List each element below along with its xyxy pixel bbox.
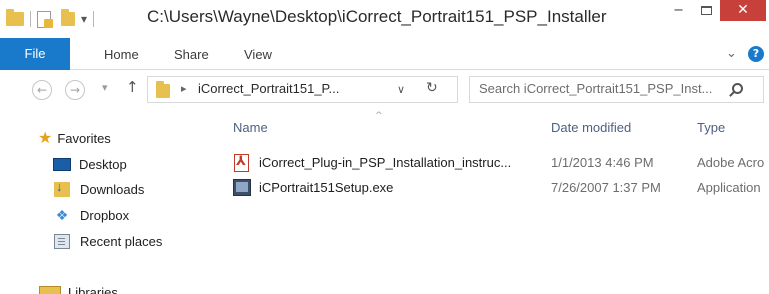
file-type: Application bbox=[697, 180, 761, 195]
downloads-folder-icon bbox=[54, 179, 70, 197]
search-input[interactable] bbox=[479, 81, 724, 96]
tab-home[interactable]: Home bbox=[104, 38, 139, 70]
tab-share[interactable]: Share bbox=[174, 38, 209, 70]
quick-access-toolbar: ▾ bbox=[6, 8, 96, 30]
up-button[interactable]: ↑ bbox=[126, 78, 139, 96]
pdf-file-icon bbox=[234, 154, 249, 172]
sidebar-item-label: Downloads bbox=[80, 181, 145, 197]
ribbon: File Home Share View ⌄ ? bbox=[0, 38, 769, 70]
folder-icon[interactable] bbox=[6, 9, 24, 26]
help-icon[interactable]: ? bbox=[748, 46, 764, 62]
search-icon[interactable] bbox=[732, 83, 743, 94]
close-button[interactable]: ✕ bbox=[720, 0, 766, 21]
address-bar[interactable]: ▸ iCorrect_Portrait151_P... ∨ ↻ bbox=[147, 76, 458, 103]
toolbar-divider bbox=[93, 11, 95, 27]
recent-locations-icon[interactable]: ▾ bbox=[102, 81, 108, 94]
sidebar-item-label: Dropbox bbox=[80, 207, 130, 223]
desktop-icon bbox=[53, 157, 71, 171]
toolbar-divider bbox=[30, 11, 31, 27]
folder-icon bbox=[156, 81, 170, 98]
column-header-date-modified[interactable]: Date modified bbox=[551, 120, 631, 135]
table-row[interactable]: iCPortrait151Setup.exe 7/26/2007 1:37 PM… bbox=[232, 177, 769, 199]
recent-places-icon bbox=[54, 233, 70, 249]
column-header-type[interactable]: Type bbox=[697, 120, 725, 135]
file-date-modified: 1/1/2013 4:46 PM bbox=[551, 155, 654, 170]
navigation-bar: ← → ▾ ↑ ▸ iCorrect_Portrait151_P... ∨ ↻ bbox=[0, 70, 769, 110]
column-header-name[interactable]: Name bbox=[233, 120, 268, 135]
sidebar-item-label: Favorites bbox=[57, 130, 111, 146]
minimize-button[interactable]: ‒ bbox=[664, 0, 693, 22]
breadcrumb-separator-icon[interactable]: ▸ bbox=[181, 82, 187, 95]
refresh-icon[interactable]: ↻ bbox=[426, 80, 438, 96]
maximize-button[interactable] bbox=[693, 0, 720, 22]
sidebar-item-label: Recent places bbox=[80, 233, 163, 249]
tab-file[interactable]: File bbox=[0, 38, 70, 70]
table-row[interactable]: iCorrect_Plug-in_PSP_Installation_instru… bbox=[232, 152, 769, 174]
file-date-modified: 7/26/2007 1:37 PM bbox=[551, 180, 661, 195]
back-button[interactable]: ← bbox=[32, 80, 52, 100]
dropbox-icon: ❖ bbox=[55, 206, 69, 223]
new-folder-icon[interactable] bbox=[61, 9, 75, 26]
libraries-icon bbox=[39, 285, 61, 294]
sidebar-item-label: Desktop bbox=[79, 156, 127, 172]
customize-toolbar-icon[interactable]: ▾ bbox=[81, 12, 87, 26]
maximize-icon bbox=[701, 6, 712, 15]
exe-file-icon bbox=[233, 179, 251, 196]
file-type: Adobe Acro bbox=[697, 155, 765, 170]
sidebar-item-favorites[interactable]: ★ Favorites bbox=[38, 127, 111, 149]
navigation-pane: ★ Favorites Desktop Downloads ❖ Dropbox … bbox=[0, 110, 200, 294]
properties-icon[interactable] bbox=[37, 10, 53, 28]
address-dropdown-icon[interactable]: ∨ bbox=[397, 83, 405, 96]
sidebar-item-label: Libraries bbox=[68, 284, 118, 294]
sidebar-item-libraries[interactable]: Libraries bbox=[39, 281, 118, 294]
tab-view[interactable]: View bbox=[244, 38, 272, 70]
sidebar-item-downloads[interactable]: Downloads bbox=[54, 178, 144, 200]
file-name: iCorrect_Plug-in_PSP_Installation_instru… bbox=[259, 155, 512, 170]
sidebar-item-desktop[interactable]: Desktop bbox=[53, 153, 127, 175]
file-name: iCPortrait151Setup.exe bbox=[259, 180, 394, 195]
forward-button[interactable]: → bbox=[65, 80, 85, 100]
sidebar-item-dropbox[interactable]: ❖ Dropbox bbox=[54, 204, 129, 226]
title-bar: ▾ C:\Users\Wayne\Desktop\iCorrect_Portra… bbox=[0, 0, 769, 38]
window-title: C:\Users\Wayne\Desktop\iCorrect_Portrait… bbox=[147, 7, 607, 26]
expand-ribbon-icon[interactable]: ⌄ bbox=[726, 46, 737, 61]
sidebar-item-recent-places[interactable]: Recent places bbox=[54, 230, 162, 252]
breadcrumb[interactable]: iCorrect_Portrait151_P... bbox=[198, 81, 339, 96]
star-icon: ★ bbox=[38, 130, 53, 147]
search-box[interactable] bbox=[469, 76, 764, 103]
sort-indicator-icon: ^ bbox=[375, 111, 383, 121]
